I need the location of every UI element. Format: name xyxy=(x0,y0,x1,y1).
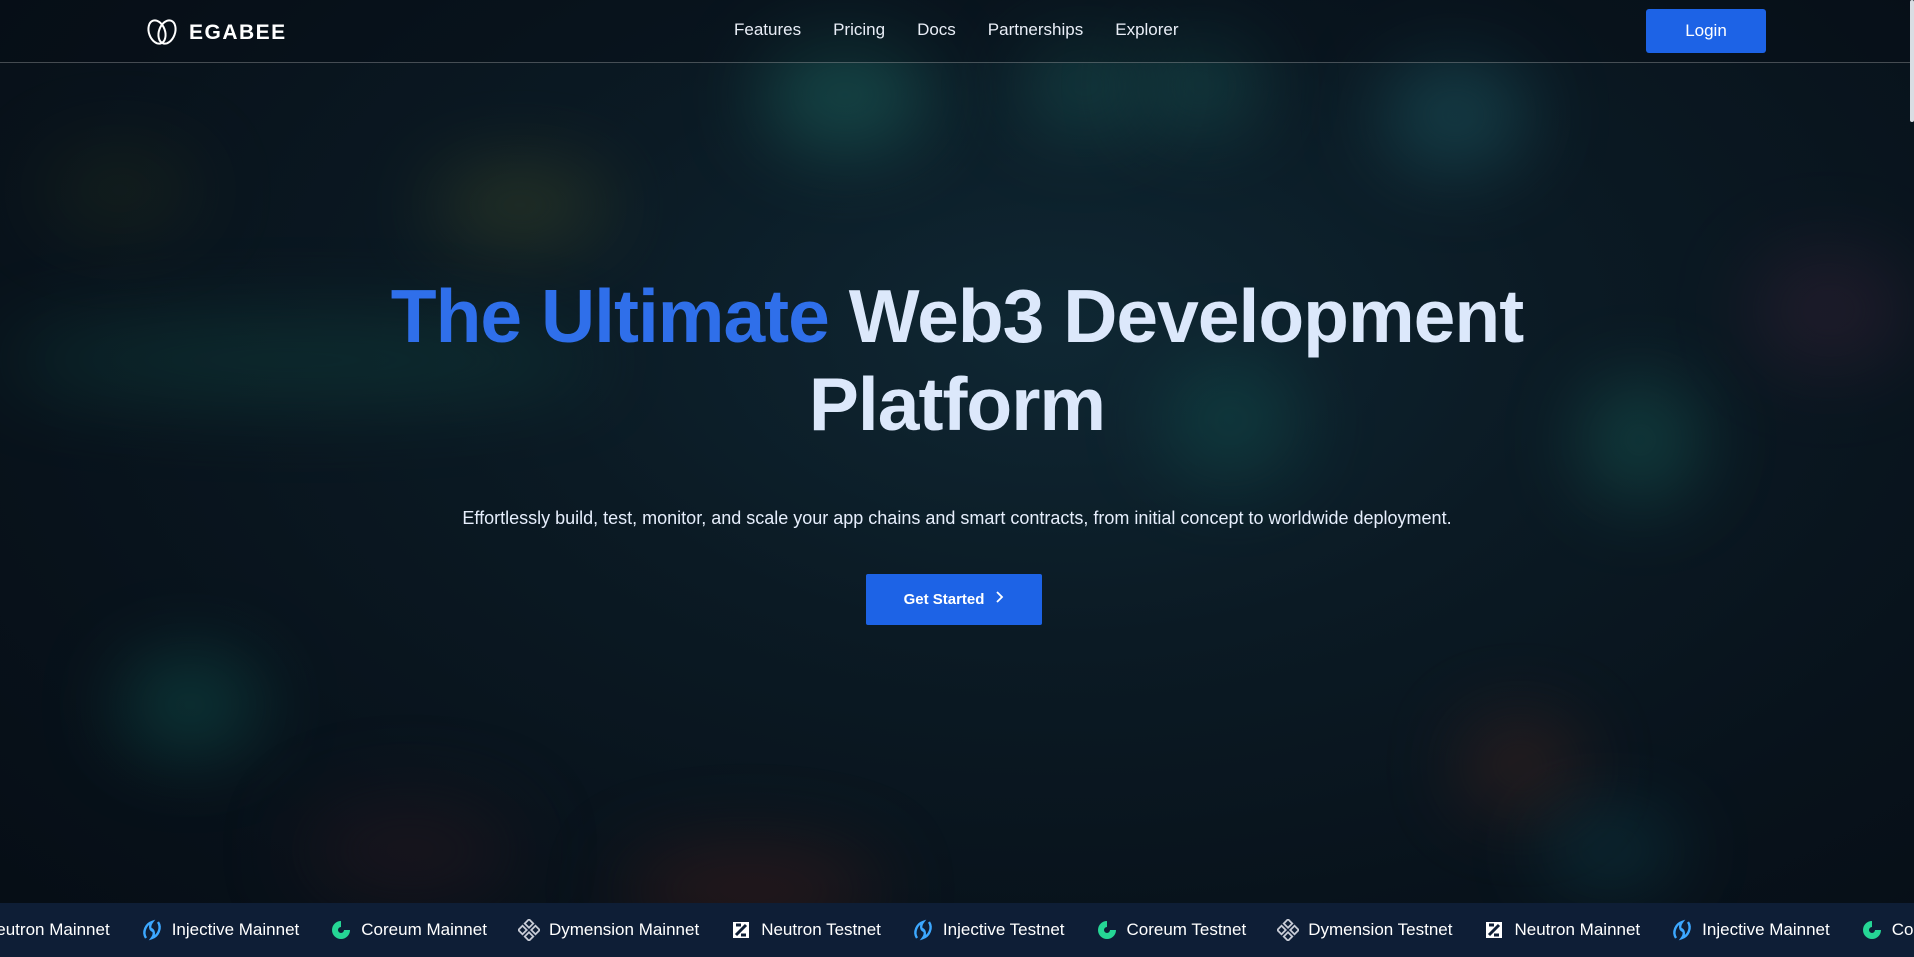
chain-label: Dymension Testnet xyxy=(1308,920,1453,939)
chain-item: Injective Testnet xyxy=(911,918,1065,942)
main-nav: Features Pricing Docs Partnerships Explo… xyxy=(734,20,1179,40)
chain-label: Neutron Mainnet xyxy=(0,920,110,939)
chain-ticker-track: Neutron Mainnet Injective Mainnet Coreum M… xyxy=(0,903,1914,957)
chain-item: Dymension Mainnet xyxy=(517,918,699,942)
injective-icon xyxy=(1670,918,1694,942)
get-started-label: Get Started xyxy=(903,591,985,608)
site-header: EGABEE Features Pricing Docs Partnership… xyxy=(0,0,1914,63)
dymension-icon xyxy=(517,918,541,942)
get-started-button[interactable]: Get Started xyxy=(866,574,1042,625)
chain-label: Injective Mainnet xyxy=(1702,920,1830,939)
nav-partnerships[interactable]: Partnerships xyxy=(988,20,1083,40)
background-blur xyxy=(120,660,260,750)
chain-item: Neutron Mainnet xyxy=(0,918,110,942)
background-blur xyxy=(40,150,200,230)
coreum-icon xyxy=(329,918,353,942)
nav-features[interactable]: Features xyxy=(734,20,801,40)
chain-item: Coreum Testnet xyxy=(1095,918,1247,942)
background-blur xyxy=(1460,720,1580,810)
background-blur xyxy=(1580,380,1700,500)
hero-subtitle: Effortlessly build, test, monitor, and s… xyxy=(462,508,1452,528)
dymension-icon xyxy=(1276,918,1300,942)
chain-label: Injective Mainnet xyxy=(171,920,300,939)
chain-label: Coreum Mainnet xyxy=(1891,920,1914,939)
logo-icon xyxy=(145,14,179,51)
chevron-right-icon xyxy=(994,590,1004,609)
background-blur xyxy=(430,170,610,240)
hero-title-accent: The Ultimate xyxy=(390,274,830,358)
hero-title-line1: Web3 Development xyxy=(848,274,1524,358)
background-blur xyxy=(1750,250,1910,370)
nav-pricing[interactable]: Pricing xyxy=(833,20,885,40)
injective-icon xyxy=(911,918,935,942)
hero-title-line2: Platform xyxy=(808,362,1106,446)
chain-item: Neutron Testnet xyxy=(729,918,881,942)
page: EGABEE Features Pricing Docs Partnership… xyxy=(0,0,1914,957)
background-blur xyxy=(300,800,520,900)
chain-item: Coreum Mainnet xyxy=(1860,918,1914,942)
scrollbar-thumb[interactable] xyxy=(1910,0,1914,122)
hero-title: The Ultimate Web3 Development Platform xyxy=(380,272,1534,448)
background-blur xyxy=(1380,60,1530,170)
nav-docs[interactable]: Docs xyxy=(917,20,956,40)
coreum-icon xyxy=(1095,918,1119,942)
chain-item: Neutron Mainnet xyxy=(1482,918,1640,942)
chain-label: Injective Testnet xyxy=(942,920,1065,939)
neutron-icon xyxy=(1482,918,1506,942)
injective-icon xyxy=(140,918,164,942)
chain-ticker: Neutron Mainnet Injective Mainnet Coreum M… xyxy=(0,903,1914,957)
login-button[interactable]: Login xyxy=(1646,9,1766,53)
coreum-icon xyxy=(1860,918,1884,942)
chain-item: Dymension Testnet xyxy=(1276,918,1452,942)
chain-label: Coreum Mainnet xyxy=(361,920,487,939)
chain-label: Dymension Mainnet xyxy=(548,920,700,939)
brand-logo[interactable]: EGABEE xyxy=(145,14,287,51)
neutron-icon xyxy=(729,918,753,942)
chain-item: Coreum Mainnet xyxy=(329,918,487,942)
nav-explorer[interactable]: Explorer xyxy=(1115,20,1178,40)
chain-label: Neutron Testnet xyxy=(761,920,881,939)
background-blur xyxy=(1540,820,1680,880)
chain-label: Coreum Testnet xyxy=(1126,920,1247,939)
chain-item: Injective Mainnet xyxy=(140,918,300,942)
chain-label: Neutron Mainnet xyxy=(1514,920,1641,939)
chain-item: Injective Mainnet xyxy=(1670,918,1830,942)
brand-name: EGABEE xyxy=(189,20,287,44)
